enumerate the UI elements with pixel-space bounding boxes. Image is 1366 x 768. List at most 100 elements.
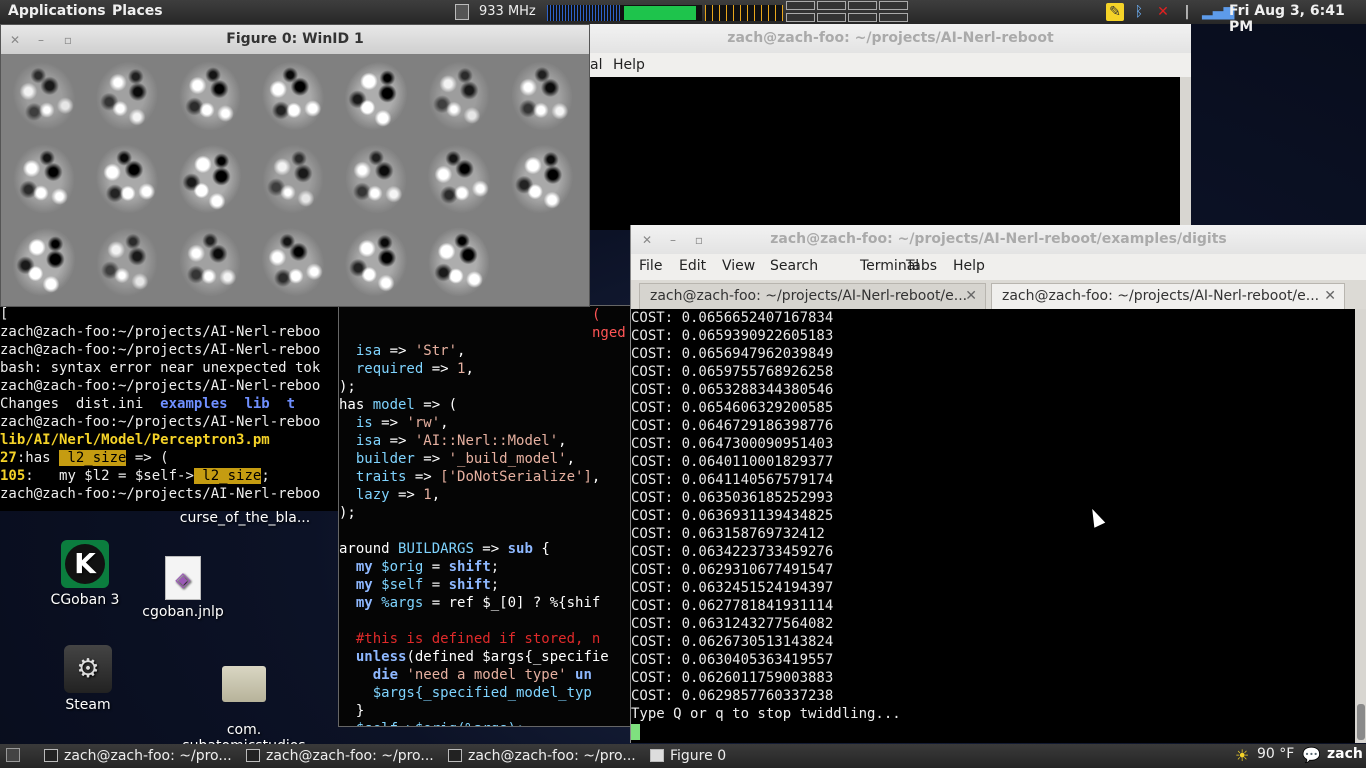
window-title[interactable]: Figure 0: WinID 1 bbox=[1, 25, 589, 54]
places-menu[interactable]: Places bbox=[112, 3, 163, 19]
minimize-icon[interactable]: – bbox=[665, 232, 681, 248]
weight-visualization bbox=[502, 136, 582, 222]
taskbar-item[interactable]: zach@zach-foo: ~/pro... bbox=[44, 746, 234, 766]
weight-visualization bbox=[416, 134, 502, 224]
code-keyword: die bbox=[372, 667, 399, 683]
code-arrow: => bbox=[372, 415, 407, 431]
maximize-icon[interactable]: ▫ bbox=[60, 32, 76, 48]
separator-icon: | bbox=[1184, 4, 1190, 20]
left-terminal-window[interactable]: [zach@zach-foo:~/projects/AI-Nerl-reboo z… bbox=[0, 305, 340, 511]
close-icon[interactable]: ✕ bbox=[965, 284, 977, 308]
workspace-4[interactable] bbox=[879, 1, 908, 10]
code-var: $orig bbox=[381, 559, 424, 575]
code-keyword: unless bbox=[355, 649, 407, 665]
grep-path: lib/AI/Nerl/Model/Perceptron3.pm bbox=[0, 432, 270, 448]
workspace-3[interactable] bbox=[848, 1, 877, 10]
code-terminal-window[interactable]: (nged isa => 'Str', required => 1,); has … bbox=[338, 305, 632, 727]
clock[interactable]: Fri Aug 3, 6:41 PM bbox=[1229, 3, 1366, 35]
code-fragment: nged bbox=[592, 325, 626, 341]
code-key: traits bbox=[355, 469, 407, 485]
error-icon[interactable]: ✕ bbox=[1154, 3, 1172, 21]
minimize-icon[interactable]: – bbox=[33, 32, 49, 48]
workspace-5[interactable] bbox=[786, 13, 815, 22]
cost-line: COST: 0.0653288344380546 bbox=[631, 382, 834, 398]
code-punct: , bbox=[457, 343, 466, 359]
code-key: required bbox=[355, 361, 424, 377]
cost-line: COST: 0.0629857760337238 bbox=[631, 688, 834, 704]
figure-window[interactable]: Figure 0: WinID 1 ✕ – ▫ bbox=[0, 24, 590, 307]
show-desktop-icon[interactable] bbox=[6, 748, 20, 762]
weather-temp[interactable]: 90 °F bbox=[1257, 746, 1294, 762]
menu-tabs[interactable]: Tabs bbox=[906, 258, 937, 274]
terminal-area[interactable]: COST: 0.0656652407167834 COST: 0.06593909… bbox=[631, 309, 1355, 743]
menu-edit[interactable]: Edit bbox=[679, 258, 706, 274]
code-string: 'need a model type' bbox=[398, 667, 576, 683]
code-comment: #this is defined if stored, n bbox=[355, 631, 601, 647]
maximize-icon[interactable]: ▫ bbox=[691, 232, 707, 248]
workspace-switcher[interactable] bbox=[786, 1, 912, 23]
close-icon[interactable]: ✕ bbox=[639, 232, 655, 248]
signal-icon[interactable]: ▂▄▆ bbox=[1202, 3, 1234, 21]
window-title[interactable]: zach@zach-foo: ~/projects/AI-Nerl-reboot… bbox=[631, 225, 1366, 254]
notes-icon[interactable]: ✎ bbox=[1106, 3, 1124, 21]
workspace-6[interactable] bbox=[817, 13, 846, 22]
user-name[interactable]: zach bbox=[1327, 746, 1363, 762]
workspace-8[interactable] bbox=[879, 13, 908, 22]
cpu-monitor[interactable]: 933 MHz bbox=[453, 2, 629, 22]
cost-line: COST: 0.063158769732412 bbox=[631, 526, 825, 542]
code-punct: , bbox=[566, 451, 576, 467]
code-area[interactable]: (nged isa => 'Str', required => 1,); has … bbox=[339, 306, 631, 726]
desktop-icon-cgoban-jnlp[interactable]: ◈ cgoban.jnlp bbox=[138, 556, 228, 620]
code-punct: , bbox=[440, 415, 449, 431]
front-terminal-window[interactable]: zach@zach-foo: ~/projects/AI-Nerl-reboot… bbox=[630, 225, 1366, 743]
close-icon[interactable]: ✕ bbox=[1324, 284, 1336, 308]
window-title[interactable]: zach@zach-foo: ~/projects/AI-Nerl-reboot bbox=[590, 24, 1191, 53]
code-value: '_build_model' bbox=[448, 451, 567, 467]
menu-help[interactable]: Help bbox=[953, 258, 985, 274]
desktop-icon-steam[interactable]: ⚙ Steam bbox=[43, 645, 133, 713]
menu-terminal-partial[interactable]: al bbox=[590, 57, 602, 73]
weight-visualization bbox=[167, 134, 253, 224]
weight-visualization bbox=[87, 136, 167, 222]
terminal-tab-1[interactable]: zach@zach-foo: ~/projects/AI-Nerl-reboot… bbox=[639, 283, 986, 309]
terminal-area[interactable]: [zach@zach-foo:~/projects/AI-Nerl-reboo z… bbox=[0, 305, 340, 511]
cost-line: COST: 0.0627781841931114 bbox=[631, 598, 834, 614]
code-value: 'AI::Nerl::Model' bbox=[414, 433, 559, 449]
menu-file[interactable]: File bbox=[639, 258, 662, 274]
applications-menu[interactable]: Applications bbox=[8, 3, 106, 19]
code-expr: = ref $_[0] ? %{shif bbox=[423, 595, 601, 611]
scrollbar-thumb[interactable] bbox=[1357, 704, 1365, 740]
cpu-load-graph bbox=[547, 5, 627, 21]
desktop-icon-subatomic[interactable]: com. subatomicstudios bbox=[180, 650, 308, 754]
weight-visualization bbox=[340, 140, 412, 218]
figure-canvas bbox=[1, 51, 589, 306]
close-icon[interactable]: ✕ bbox=[7, 32, 23, 48]
code-punct: , bbox=[558, 433, 567, 449]
scrollbar[interactable] bbox=[1355, 309, 1366, 743]
terminal-tab-2[interactable]: zach@zach-foo: ~/projects/AI-Nerl-reboot… bbox=[991, 283, 1345, 309]
cost-line: COST: 0.0654606329200585 bbox=[631, 400, 834, 416]
menu-help[interactable]: Help bbox=[613, 57, 645, 73]
terminal-area[interactable] bbox=[590, 77, 1180, 230]
taskbar-item[interactable]: zach@zach-foo: ~/pro... bbox=[246, 746, 436, 766]
back-terminal-window[interactable]: zach@zach-foo: ~/projects/AI-Nerl-reboot… bbox=[590, 24, 1191, 230]
scrollbar[interactable] bbox=[1180, 77, 1191, 230]
network-monitor[interactable] bbox=[705, 5, 783, 21]
bluetooth-icon[interactable]: ᛒ bbox=[1130, 3, 1148, 21]
taskbar-item[interactable]: zach@zach-foo: ~/pro... bbox=[448, 746, 638, 766]
menu-search[interactable]: Search bbox=[770, 258, 818, 274]
workspace-1[interactable] bbox=[786, 1, 815, 10]
ls-files: Changes dist.ini bbox=[0, 396, 161, 412]
desktop-file-curse[interactable]: curse_of_the_bla... bbox=[170, 510, 320, 526]
terminal-line: zach@zach-foo:~/projects/AI-Nerl-reboo bbox=[0, 414, 321, 430]
menu-view[interactable]: View bbox=[722, 258, 755, 274]
code-punct: , bbox=[465, 361, 474, 377]
weight-visualization bbox=[423, 57, 495, 135]
taskbar-item-figure[interactable]: Figure 0 bbox=[650, 746, 780, 766]
memory-monitor[interactable] bbox=[622, 5, 702, 21]
workspace-2[interactable] bbox=[817, 1, 846, 10]
menubar: al Help bbox=[590, 53, 1191, 79]
workspace-7[interactable] bbox=[848, 13, 877, 22]
line-number: 105 bbox=[0, 468, 26, 484]
desktop-icon-cgoban[interactable]: K CGoban 3 bbox=[40, 540, 130, 608]
